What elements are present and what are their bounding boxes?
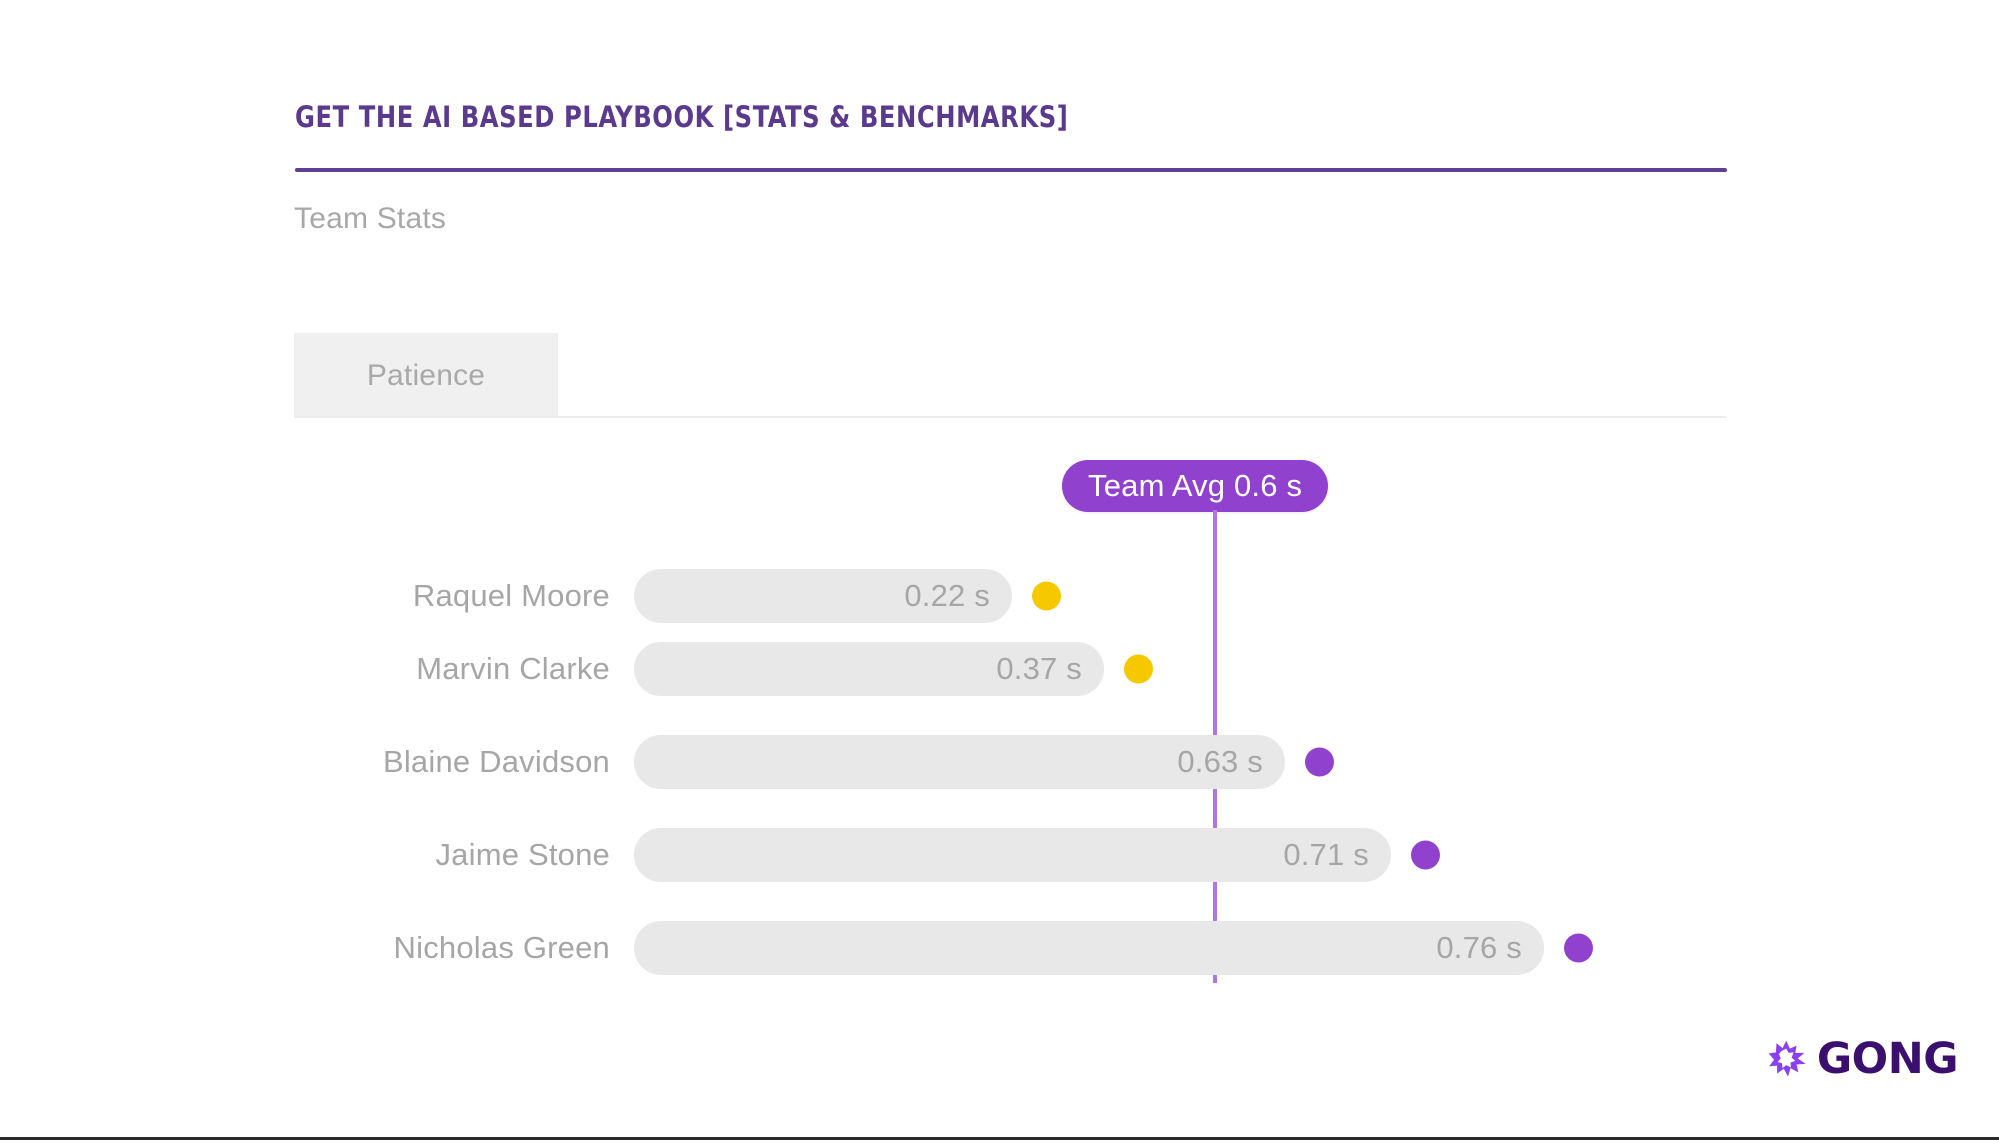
chart-row-marker-dot: [1411, 840, 1440, 870]
chart-row-marker-dot: [1564, 933, 1593, 963]
team-average-label: Team Avg 0.6 s: [1088, 468, 1303, 503]
chart-row: Jaime Stone 0.71 s: [0, 828, 1999, 882]
chart-row-value: 0.63 s: [1177, 744, 1263, 779]
gong-starburst-icon: [1768, 1040, 1806, 1077]
chart-row-bar: 0.37 s: [634, 642, 1104, 696]
tab-patience[interactable]: Patience: [294, 333, 558, 418]
page-title: GET THE AI BASED PLAYBOOK [STATS & BENCH…: [295, 100, 1069, 134]
chart-row-bar: 0.76 s: [634, 921, 1544, 975]
chart-row: Nicholas Green 0.76 s: [0, 921, 1999, 975]
chart-row-value: 0.37 s: [996, 651, 1082, 686]
chart-row-name: Nicholas Green: [393, 930, 610, 965]
bottom-divider: [0, 1137, 1999, 1140]
gong-logo: GONG: [1768, 1028, 1959, 1090]
title-underline-divider: [295, 168, 1727, 172]
tab-bar: Patience: [294, 333, 1726, 418]
chart-row-marker-dot: [1305, 747, 1334, 777]
slide-canvas: GET THE AI BASED PLAYBOOK [STATS & BENCH…: [0, 0, 1999, 1143]
chart-row-value: 0.71 s: [1283, 837, 1369, 872]
tab-patience-label: Patience: [366, 358, 486, 392]
team-average-badge: Team Avg 0.6 s: [1062, 460, 1329, 512]
tab-bar-underline: [294, 416, 1726, 418]
chart-row: Blaine Davidson 0.63 s: [0, 735, 1999, 789]
chart-row-bar: 0.71 s: [634, 828, 1391, 882]
chart-row: Raquel Moore 0.22 s: [0, 569, 1999, 623]
chart-row-name: Blaine Davidson: [382, 744, 610, 779]
chart-row-bar: 0.22 s: [634, 569, 1012, 623]
section-label-team-stats: Team Stats: [294, 202, 447, 235]
chart-row-name: Raquel Moore: [412, 578, 610, 613]
chart-row: Marvin Clarke 0.37 s: [0, 642, 1999, 696]
team-average-line: [1213, 510, 1217, 983]
gong-wordmark: GONG: [1816, 1033, 1959, 1084]
chart-row-value: 0.22 s: [904, 578, 990, 613]
chart-row-value: 0.76 s: [1436, 930, 1522, 965]
chart-row-name: Jaime Stone: [435, 837, 610, 872]
chart-row-marker-dot: [1032, 581, 1061, 611]
chart-row-marker-dot: [1124, 654, 1153, 684]
chart-row-bar: 0.63 s: [634, 735, 1285, 789]
chart-row-name: Marvin Clarke: [416, 651, 610, 686]
